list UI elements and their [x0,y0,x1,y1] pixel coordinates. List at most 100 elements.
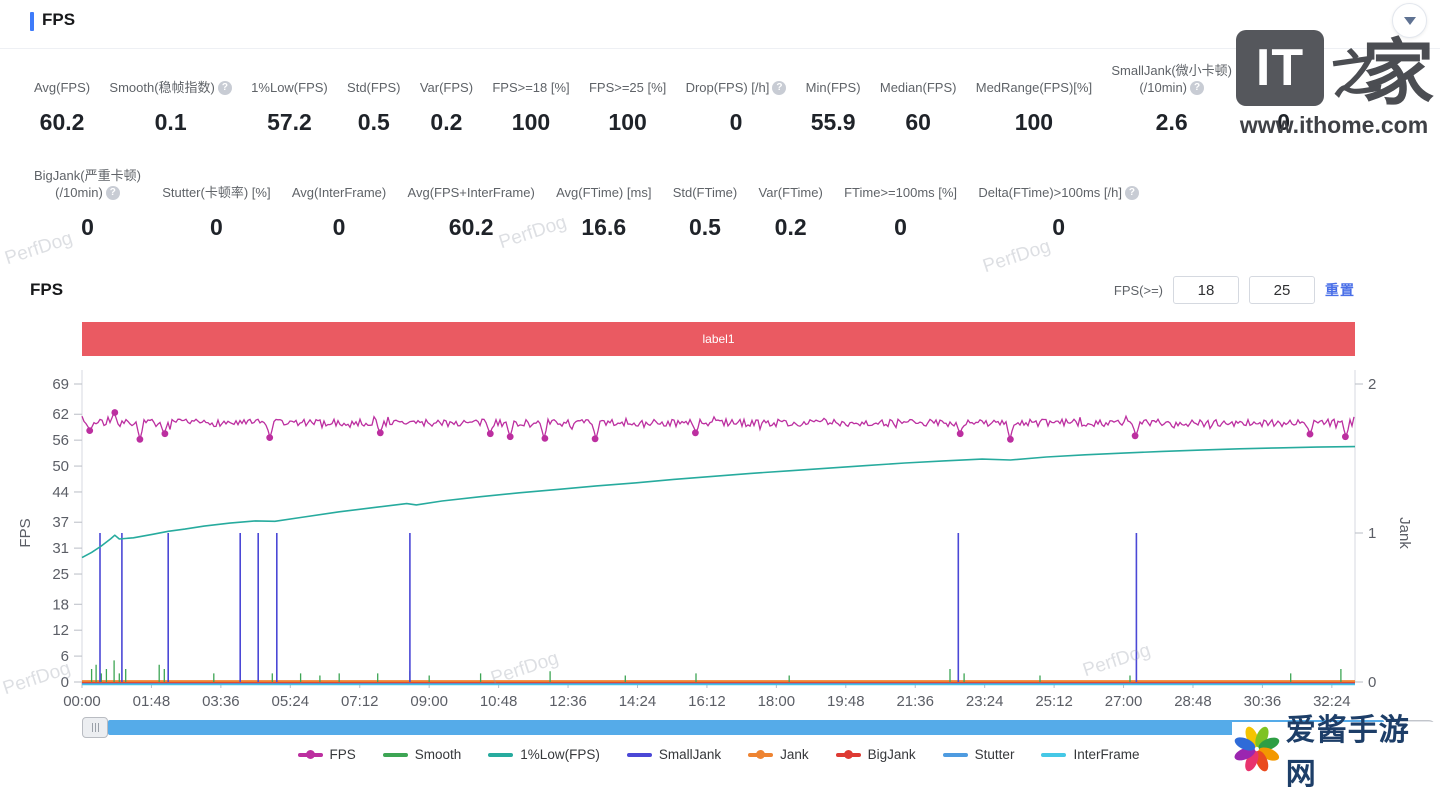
svg-text:37: 37 [52,514,69,531]
svg-text:21:36: 21:36 [896,693,934,710]
stat-low1-fps: 1%Low(FPS)57.2 [251,79,328,136]
chevron-down-icon [1404,17,1416,25]
svg-text:50: 50 [52,458,69,475]
svg-text:01:48: 01:48 [133,693,171,710]
reset-link[interactable]: 重置 [1325,280,1355,300]
svg-text:28:48: 28:48 [1174,693,1212,710]
legend-label: InterFrame [1073,747,1139,762]
perfdog-watermark: PerfDog [980,236,1053,278]
stat-label: FPS>=25 [%] [589,79,666,96]
accent-bar [30,12,34,31]
legend-label: Jank [780,747,809,762]
stat-avg-fps-interframe: Avg(FPS+InterFrame)60.2 [408,184,535,241]
stat-value: 100 [608,109,646,136]
aijiang-logo: 爱酱手游网 [1232,722,1440,775]
pinwheel-icon [1232,723,1282,775]
svg-text:09:00: 09:00 [410,693,448,710]
legend-marker [748,748,773,762]
help-icon[interactable]: ? [772,81,786,95]
stat-value: 0 [210,214,223,241]
scrollbar-track[interactable] [108,720,1384,735]
svg-text:62: 62 [52,406,69,423]
help-icon[interactable]: ? [1190,81,1204,95]
stat-label: Std(FTime) [673,184,738,201]
stat-avg-interframe: Avg(InterFrame) 0 [292,184,386,241]
stat-label: Jank(卡顿) [1253,62,1315,79]
stat-var-fps: Var(FPS) 0.2 [420,79,473,136]
legend-label: SmallJank [659,747,721,762]
svg-text:12: 12 [52,622,69,639]
svg-text:27:00: 27:00 [1105,693,1143,710]
svg-text:25:12: 25:12 [1035,693,1073,710]
stat-value: 0 [333,214,346,241]
stat-label: Avg(InterFrame) [292,184,386,201]
stat-label: SmallJank(微小卡顿) [1111,62,1232,79]
svg-text:05:24: 05:24 [272,693,310,710]
legend-item-bigjank[interactable]: BigJank [836,747,916,762]
fps-threshold-label: FPS(>=) [1114,283,1163,298]
stat-label: MedRange(FPS)[%] [976,79,1092,96]
banner-text: label1 [702,332,734,346]
stat-label: Delta(FTime)>100ms [/h]? [978,184,1139,201]
svg-text:6: 6 [61,648,69,665]
stat-fps-ge-25: FPS>=25 [%] 100 [589,79,666,136]
stat-value: 0.5 [358,109,390,136]
legend-item-smooth[interactable]: Smooth [383,747,462,762]
help-icon[interactable]: ? [106,186,120,200]
legend-item-smalljank[interactable]: SmallJank [627,747,721,762]
stat-median-fps: Median(FPS)60 [880,79,957,136]
svg-text:44: 44 [52,484,69,501]
stat-label: Smooth(稳帧指数)? [109,79,231,96]
legend-label: BigJank [868,747,916,762]
svg-text:10:48: 10:48 [480,693,518,710]
stat-label: Var(FPS) [420,79,473,96]
scrollbar-left-handle[interactable] [82,717,108,738]
stat-label: FPS>=18 [%] [492,79,569,96]
stat-value: 0.2 [430,109,462,136]
svg-text:30:36: 30:36 [1244,693,1282,710]
svg-text:2: 2 [1368,376,1376,393]
svg-text:18: 18 [52,596,69,613]
svg-text:19:48: 19:48 [827,693,865,710]
legend-item-low1[interactable]: 1%Low(FPS) [488,747,600,762]
stat-value: 100 [512,109,550,136]
svg-text:16:12: 16:12 [688,693,726,710]
legend-marker [383,748,408,762]
svg-text:18:00: 18:00 [758,693,796,710]
stat-label: 1%Low(FPS) [251,79,328,96]
fps-threshold-input-high[interactable] [1249,276,1315,304]
legend-item-fps[interactable]: FPS [298,747,356,762]
help-icon[interactable]: ? [218,81,232,95]
legend-item-interframe[interactable]: InterFrame [1041,747,1139,762]
fps-threshold-input-low[interactable] [1173,276,1239,304]
stat-label: Avg(FPS) [34,79,90,96]
stats-row-secondary: BigJank(严重卡顿)(/10min)?0Stutter(卡顿率) [%]0… [34,167,1139,241]
help-icon[interactable]: ? [1125,186,1139,200]
stat-label: Var(FTime) [759,184,823,201]
stat-avg-fps: Avg(FPS)60.2 [34,79,90,136]
aijiang-text: 爱酱手游网 [1286,705,1440,793]
collapse-button[interactable] [1392,3,1427,38]
legend-marker [627,748,652,762]
chart-label-banner: label1 [82,322,1355,356]
chart-legend: FPS Smooth 1%Low(FPS) SmallJank Jank BigJank S… [82,747,1355,762]
stat-value: 0.1 [155,109,187,136]
stat-value: 0 [730,109,743,136]
stat-medrange-fps: MedRange(FPS)[%]100 [976,79,1092,136]
svg-text:0: 0 [61,674,69,691]
stat-std-ftime: Std(FTime) 0.5 [673,184,738,241]
help-icon[interactable]: ? [1302,81,1316,95]
stat-jank: Jank(卡顿)(/10min)?0 [1251,62,1316,136]
legend-item-stutter[interactable]: Stutter [943,747,1015,762]
stat-stutter: Stutter(卡顿率) [%]0 [162,184,270,241]
stat-value: 60.2 [449,214,494,241]
stat-value: 0.2 [775,214,807,241]
svg-text:31: 31 [52,540,69,557]
stat-value: 0.5 [689,214,721,241]
legend-item-jank[interactable]: Jank [748,747,809,762]
stat-ftime-ge-100ms: FTime>=100ms [%]0 [844,184,957,241]
legend-marker [298,748,323,762]
legend-marker [943,748,968,762]
svg-text:00:00: 00:00 [63,693,101,710]
stat-value: 2.6 [1156,109,1188,136]
